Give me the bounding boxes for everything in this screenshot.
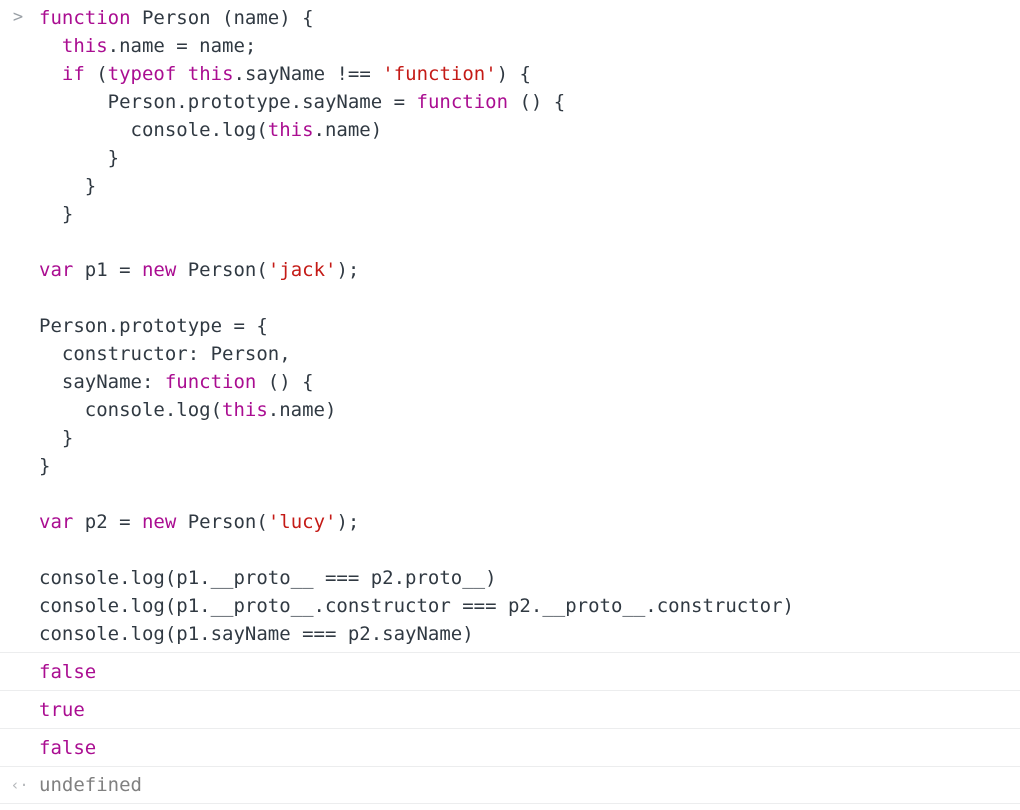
code-line: } [39,424,1020,452]
code-token: Person( [176,511,268,533]
console-output-row[interactable]: false [0,652,1020,690]
console-output-value: false [39,736,97,759]
code-line: console.log(p1.__proto__.constructor ===… [39,592,1020,620]
console-output-row[interactable]: false [0,728,1020,766]
code-token: } [39,427,74,449]
code-line: } [39,200,1020,228]
code-line: sayName: function () { [39,368,1020,396]
code-line: } [39,144,1020,172]
code-line: console.log(p1.sayName === p2.sayName) [39,620,1020,648]
return-value-arrow-icon: ‹· [10,776,29,794]
code-line: if (typeof this.sayName !== 'function') … [39,60,1020,88]
code-token: if [61,63,85,85]
console-output-row[interactable]: ‹· undefined [0,766,1020,804]
code-token: Person( [176,259,268,281]
code-token: sayName: [39,371,165,393]
code-token: .sayName !== [233,63,383,85]
code-token: console.log( [39,119,268,141]
console-input-entry[interactable]: > function Person (name) { this.name = n… [0,0,1020,648]
console-output-value: false [39,660,97,683]
code-token: .name) [267,399,337,421]
code-line: } [39,172,1020,200]
code-token: ); [336,511,360,533]
code-token: var [39,259,74,281]
console-input-code[interactable]: function Person (name) { this.name = nam… [0,0,1020,648]
code-token: p1 = [73,259,142,281]
code-token: () { [256,371,314,393]
code-token: p2 = [73,511,142,533]
code-line: constructor: Person, [39,340,1020,368]
console-output-value: true [39,698,85,721]
code-token: var [39,511,74,533]
code-line: } [39,452,1020,480]
code-token: this [222,399,268,421]
console-output-list: false true false ‹· undefined [0,652,1020,804]
code-token: this [187,63,234,85]
code-token: this [61,35,108,57]
code-token: Person (name) { [130,7,314,29]
console-output-row[interactable]: true [0,690,1020,728]
code-token: } [39,455,51,477]
code-token: new [141,259,177,281]
code-token: Person.prototype.sayName = [39,91,417,113]
devtools-console-panel[interactable]: > function Person (name) { this.name = n… [0,0,1020,810]
code-token: function [416,91,509,113]
code-line: function Person (name) { [39,4,1020,32]
code-token: 'function' [382,63,497,85]
code-line: console.log(this.name) [39,116,1020,144]
code-token: .name) [313,119,383,141]
code-token: } [39,175,97,197]
code-token: new [141,511,177,533]
code-token: console.log(p1.sayName === p2.sayName) [39,623,474,645]
code-line: console.log(this.name) [39,396,1020,424]
code-line: var p2 = new Person('lucy'); [39,508,1020,536]
code-token: ); [336,259,360,281]
code-token: () { [508,91,566,113]
code-token: } [39,203,74,225]
code-token: Person.prototype = { [39,315,268,337]
code-line: Person.prototype.sayName = function () { [39,88,1020,116]
code-token: typeof [107,63,177,85]
code-token: 'lucy' [267,511,337,533]
prompt-chevron-icon: > [12,7,24,27]
code-line: var p1 = new Person('jack'); [39,256,1020,284]
code-line: console.log(p1.__proto__ === p2.proto__) [39,564,1020,592]
code-line: this.name = name; [39,32,1020,60]
code-token: } [39,147,120,169]
code-token: 'jack' [267,259,337,281]
code-token: console.log( [39,399,223,421]
code-token: ( [84,63,108,85]
code-token: console.log(p1.__proto__ === p2.proto__) [39,567,497,589]
code-token: ) { [496,63,531,85]
code-line: Person.prototype = { [39,312,1020,340]
code-token: console.log(p1.__proto__.constructor ===… [39,595,794,617]
code-token: .name = name; [107,35,257,57]
code-token: this [267,119,314,141]
console-output-value: undefined [39,774,142,796]
code-token: constructor: Person, [39,343,291,365]
code-token: function [39,7,131,29]
code-token: function [164,371,257,393]
